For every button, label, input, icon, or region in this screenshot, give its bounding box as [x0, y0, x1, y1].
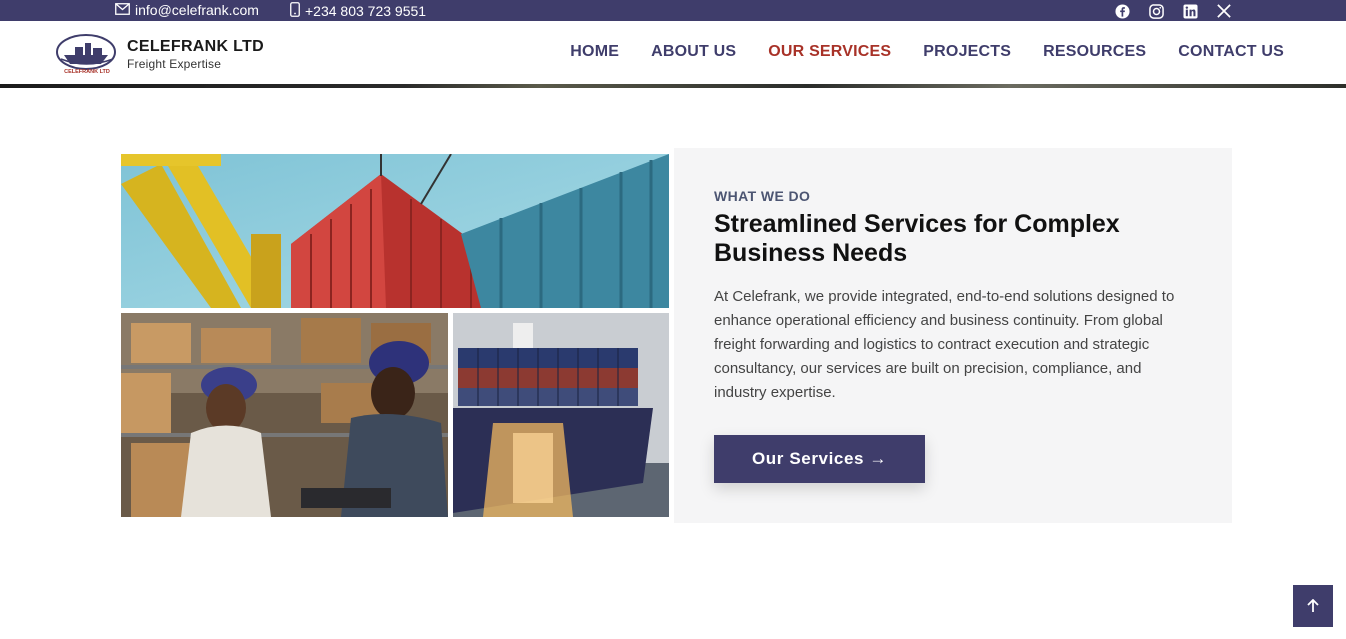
linkedin-icon[interactable]: [1181, 2, 1199, 20]
brand-text: CELEFRANK LTD Freight Expertise: [127, 38, 264, 71]
brand-tagline: Freight Expertise: [127, 56, 222, 71]
facebook-icon[interactable]: [1113, 2, 1131, 20]
shipping-containers-crane-image: [121, 154, 669, 308]
nav-our-services[interactable]: OUR SERVICES: [768, 43, 891, 61]
section-description: At Celefrank, we provide integrated, end…: [714, 288, 1175, 401]
container-ship-image: [453, 313, 669, 517]
ship-logo-icon: CELEFRANK LTD: [56, 34, 116, 75]
nav-about-us[interactable]: ABOUT US: [651, 43, 736, 61]
warehouse-workers-image: [121, 313, 448, 517]
what-we-do-panel: WHAT WE DO Streamlined Services for Comp…: [674, 148, 1232, 523]
our-services-button-label: Our Services →: [751, 449, 888, 468]
section-title: Streamlined Services for Complex Busines…: [714, 210, 1120, 267]
nav-projects[interactable]: PROJECTS: [923, 43, 1011, 61]
phone-icon: [290, 2, 300, 20]
main-nav: HOME ABOUT US OUR SERVICES PROJECTS RESO…: [570, 43, 1284, 61]
brand-logo[interactable]: CELEFRANK LTD CELEFRANK LTD Freight Expe…: [55, 33, 264, 75]
x-icon[interactable]: [1215, 2, 1233, 20]
brand-name: CELEFRANK LTD: [127, 37, 264, 55]
section-eyebrow: WHAT WE DO: [714, 188, 811, 204]
social-links: [1113, 2, 1233, 20]
our-services-button[interactable]: Our Services →: [714, 435, 925, 483]
phone-text: +234 803 723 9551: [305, 3, 427, 19]
site-header: CELEFRANK LTD CELEFRANK LTD Freight Expe…: [0, 21, 1346, 86]
logo-text: CELEFRANK LTD: [64, 69, 110, 75]
phone-contact[interactable]: +234 803 723 9551: [290, 2, 426, 20]
hero-image-edge: [0, 84, 1346, 88]
scroll-to-top-button[interactable]: [1293, 585, 1333, 627]
email-contact[interactable]: info@celefrank.com: [115, 2, 259, 18]
nav-contact-us[interactable]: CONTACT US: [1178, 43, 1284, 61]
nav-home[interactable]: HOME: [570, 43, 619, 61]
services-image-gallery: [121, 154, 669, 517]
nav-resources[interactable]: RESOURCES: [1043, 43, 1146, 61]
email-text: info@celefrank.com: [135, 2, 259, 18]
instagram-icon[interactable]: [1147, 2, 1165, 20]
top-contact-bar: info@celefrank.com +234 803 723 9551: [0, 0, 1346, 21]
envelope-icon: [115, 2, 130, 18]
arrow-up-icon: [1307, 599, 1319, 612]
